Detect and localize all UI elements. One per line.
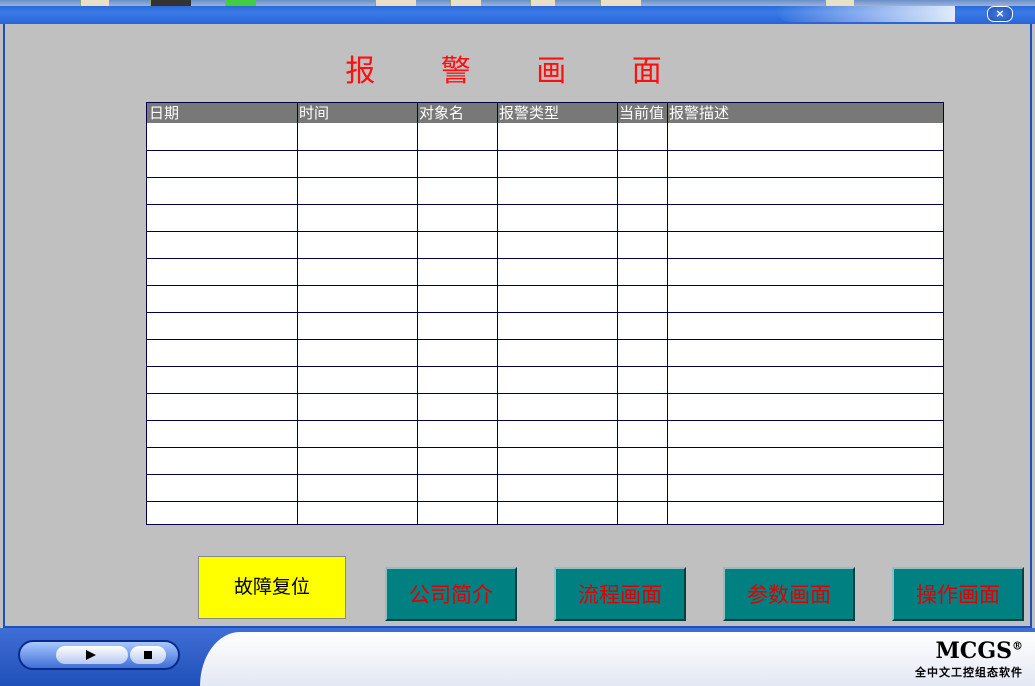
alarm-table: 日期 时间 对象名 报警类型 当前值 报警描述 (146, 102, 944, 525)
table-column-divider (497, 103, 498, 524)
column-header-time: 时间 (299, 104, 330, 122)
process-screen-button[interactable]: 流程画面 (554, 567, 686, 621)
operation-screen-button[interactable]: 操作画面 (892, 567, 1024, 621)
table-column-divider (617, 103, 618, 524)
desktop-icon (225, 0, 256, 6)
table-column-divider (417, 103, 418, 524)
table-row-divider (147, 366, 943, 367)
table-row-divider (147, 474, 943, 475)
table-row-divider (147, 150, 943, 151)
table-row-divider (147, 447, 943, 448)
table-row-divider (147, 285, 943, 286)
brand-name: MCGS® (935, 638, 1023, 664)
column-header-date: 日期 (149, 104, 180, 122)
play-button[interactable] (56, 646, 128, 664)
fault-reset-button[interactable]: 故障复位 (198, 556, 346, 619)
desktop-icon (375, 0, 416, 6)
desktop-icon (450, 0, 481, 6)
table-header: 日期 时间 对象名 报警类型 当前值 报警描述 (147, 103, 943, 123)
desktop-icon (600, 0, 641, 6)
column-header-alarm-type: 报警类型 (499, 104, 560, 122)
title-bar: × (0, 0, 1035, 24)
stop-button[interactable] (130, 646, 166, 664)
column-header-description: 报警描述 (669, 104, 730, 122)
close-button[interactable]: × (987, 6, 1013, 22)
bottom-bar: MCGS® 全中文工控组态软件 (0, 628, 1035, 686)
desktop-icon (80, 0, 109, 6)
table-column-divider (667, 103, 668, 524)
table-row-divider (147, 204, 943, 205)
stop-icon (144, 651, 152, 659)
table-row-divider (147, 393, 943, 394)
table-row-divider (147, 258, 943, 259)
playback-controls (18, 640, 180, 670)
page-title: 报 警 画 面 (345, 54, 690, 89)
table-row-divider (147, 231, 943, 232)
bottom-bar-panel (200, 632, 1035, 686)
column-header-current-value: 当前值 (619, 104, 665, 122)
desktop-icon (150, 0, 191, 6)
table-row-divider (147, 177, 943, 178)
close-icon: × (995, 7, 1005, 20)
table-row-divider (147, 312, 943, 313)
desktop-icon (530, 0, 555, 6)
table-column-divider (297, 103, 298, 524)
brand-tagline: 全中文工控组态软件 (915, 666, 1023, 679)
parameter-screen-button[interactable]: 参数画面 (723, 567, 855, 621)
company-intro-button[interactable]: 公司简介 (385, 567, 517, 621)
title-bar-highlight (775, 6, 955, 22)
table-row-divider (147, 420, 943, 421)
play-icon (86, 650, 96, 660)
column-header-object: 对象名 (419, 104, 465, 122)
brand-logo: MCGS® 全中文工控组态软件 (915, 638, 1023, 680)
table-row-divider (147, 501, 943, 502)
table-row-divider (147, 339, 943, 340)
